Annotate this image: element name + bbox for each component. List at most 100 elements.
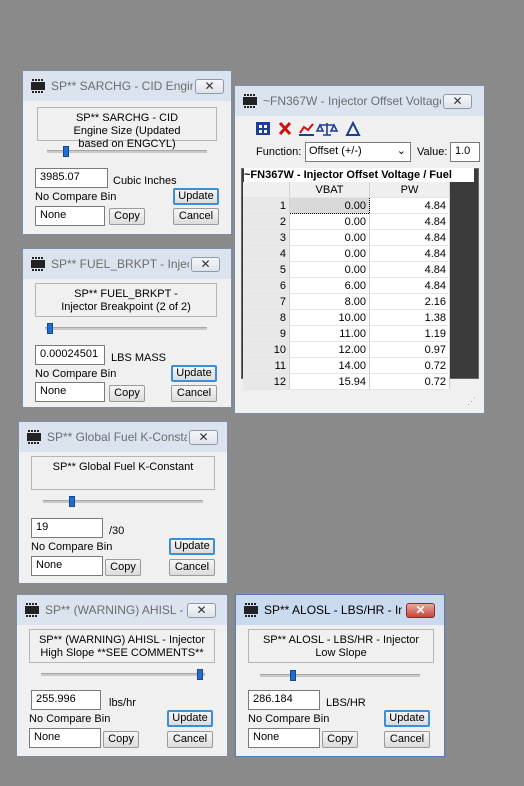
table-row[interactable]: 3 0.00 4.84 [243, 229, 450, 246]
table-row[interactable]: 11 14.00 0.72 [243, 357, 450, 374]
title-bar[interactable]: SP** ALOSL - LBS/HR - Injector Low Slope… [236, 595, 444, 625]
row-header[interactable]: 6 [243, 277, 290, 294]
row-header[interactable]: 3 [243, 229, 290, 246]
row-header[interactable]: 12 [243, 373, 290, 390]
pw-cell[interactable]: 4.84 [369, 197, 450, 214]
value-slider[interactable] [45, 327, 207, 330]
vbat-cell[interactable]: 12.00 [289, 341, 370, 358]
cancel-button[interactable]: Cancel [167, 731, 213, 748]
value-slider[interactable] [47, 150, 207, 153]
row-header[interactable]: 5 [243, 261, 290, 278]
pw-cell[interactable]: 2.16 [369, 293, 450, 310]
column-header-pw[interactable]: PW [369, 182, 450, 198]
vbat-cell[interactable]: 0.00 [289, 197, 370, 214]
table-row[interactable]: 4 0.00 4.84 [243, 245, 450, 262]
update-button[interactable]: Update [169, 538, 215, 555]
row-header[interactable]: 7 [243, 293, 290, 310]
copy-button[interactable]: Copy [105, 559, 141, 576]
table-row[interactable]: 10 12.00 0.97 [243, 341, 450, 358]
vbat-cell[interactable]: 15.94 [289, 373, 370, 390]
table-row[interactable]: 6 6.00 4.84 [243, 277, 450, 294]
update-button[interactable]: Update [384, 710, 430, 727]
title-bar[interactable]: SP** (WARNING) AHISL - Injector High Slo… [17, 595, 227, 625]
data-grid[interactable]: VBAT PW 1 0.00 4.84 2 0.00 4.84 3 0.00 4.84 4 0.00… [243, 182, 450, 390]
row-header[interactable]: 10 [243, 341, 290, 358]
function-value-input[interactable]: 1.0 [450, 142, 480, 162]
data-table[interactable]: VBAT PW 1 0.00 4.84 2 0.00 4.84 3 0.00 4.84 4 0.00… [243, 182, 450, 390]
update-button[interactable]: Update [171, 365, 217, 382]
copy-button[interactable]: Copy [109, 208, 145, 225]
cancel-button[interactable]: Cancel [169, 559, 215, 576]
table-row[interactable]: 12 15.94 0.72 [243, 373, 450, 390]
slider-thumb[interactable] [290, 670, 296, 681]
pw-cell[interactable]: 4.84 [369, 261, 450, 278]
delete-x-icon[interactable] [278, 121, 292, 136]
table-row[interactable]: 5 0.00 4.84 [243, 261, 450, 278]
vbat-cell[interactable]: 14.00 [289, 357, 370, 374]
vbat-cell[interactable]: 6.00 [289, 277, 370, 294]
slider-thumb[interactable] [197, 669, 203, 680]
pw-cell[interactable]: 0.97 [369, 341, 450, 358]
close-button[interactable]: ✕ [406, 603, 435, 618]
title-bar[interactable]: SP** FUEL_BRKPT - Injector Breakpoint (2… [23, 249, 231, 279]
close-button[interactable]: ✕ [187, 603, 216, 618]
value-input[interactable]: 286.184 [248, 690, 320, 710]
resize-grip-icon[interactable]: ⋰ [467, 396, 476, 407]
value-input[interactable]: 255.996 [31, 690, 101, 710]
pw-cell[interactable]: 4.84 [369, 229, 450, 246]
value-slider[interactable] [260, 674, 420, 677]
value-input[interactable]: 3985.07 [35, 168, 108, 188]
pw-cell[interactable]: 1.38 [369, 309, 450, 326]
value-slider[interactable] [41, 673, 205, 676]
pw-cell[interactable]: 1.19 [369, 325, 450, 342]
close-button[interactable]: ✕ [443, 94, 472, 109]
value-input[interactable]: 19 [31, 518, 103, 538]
slider-thumb[interactable] [47, 323, 53, 334]
copy-button[interactable]: Copy [109, 385, 145, 402]
close-button[interactable]: ✕ [195, 79, 224, 94]
row-header[interactable]: 2 [243, 213, 290, 230]
vbat-cell[interactable]: 11.00 [289, 325, 370, 342]
vbat-cell[interactable]: 0.00 [289, 245, 370, 262]
vbat-cell[interactable]: 0.00 [289, 261, 370, 278]
row-header[interactable]: 8 [243, 309, 290, 326]
table-row[interactable]: 1 0.00 4.84 [243, 197, 450, 214]
graph-icon[interactable] [299, 123, 314, 136]
compare-bin-input[interactable]: None [35, 382, 105, 402]
vbat-cell[interactable]: 0.00 [289, 213, 370, 230]
pw-cell[interactable]: 0.72 [369, 357, 450, 374]
title-bar[interactable]: SP** Global Fuel K-Constant ✕ [19, 422, 227, 452]
vbat-cell[interactable]: 8.00 [289, 293, 370, 310]
title-bar[interactable]: ~FN367W - Injector Offset Voltage ✕ [235, 86, 484, 116]
cancel-button[interactable]: Cancel [173, 208, 219, 225]
row-header[interactable]: 11 [243, 357, 290, 374]
row-header[interactable]: 4 [243, 245, 290, 262]
column-header-vbat[interactable]: VBAT [289, 182, 370, 198]
cancel-button[interactable]: Cancel [171, 385, 217, 402]
value-input[interactable]: 0.00024501 [35, 345, 105, 365]
slider-thumb[interactable] [63, 146, 69, 157]
title-bar[interactable]: SP** SARCHG - CID Engine Size ✕ [23, 71, 231, 101]
table-row[interactable]: 7 8.00 2.16 [243, 293, 450, 310]
table-row[interactable]: 8 10.00 1.38 [243, 309, 450, 326]
copy-button[interactable]: Copy [103, 731, 139, 748]
vbat-cell[interactable]: 0.00 [289, 229, 370, 246]
vbat-cell[interactable]: 10.00 [289, 309, 370, 326]
compare-bin-input[interactable]: None [35, 206, 105, 226]
close-button[interactable]: ✕ [189, 430, 218, 445]
delta-icon[interactable] [345, 121, 361, 136]
function-select[interactable]: Offset (+/-) ⌄ [305, 142, 411, 162]
compare-bin-input[interactable]: None [31, 556, 103, 576]
compare-bin-input[interactable]: None [29, 728, 101, 748]
compare-bin-input[interactable]: None [248, 728, 320, 748]
pw-cell[interactable]: 0.72 [369, 373, 450, 390]
update-button[interactable]: Update [167, 710, 213, 727]
balance-scale-icon[interactable] [315, 123, 339, 136]
row-header[interactable]: 9 [243, 325, 290, 342]
slider-thumb[interactable] [69, 496, 75, 507]
pw-cell[interactable]: 4.84 [369, 213, 450, 230]
update-button[interactable]: Update [173, 188, 219, 205]
table-row[interactable]: 2 0.00 4.84 [243, 213, 450, 230]
table-row[interactable]: 9 11.00 1.19 [243, 325, 450, 342]
copy-button[interactable]: Copy [322, 731, 358, 748]
